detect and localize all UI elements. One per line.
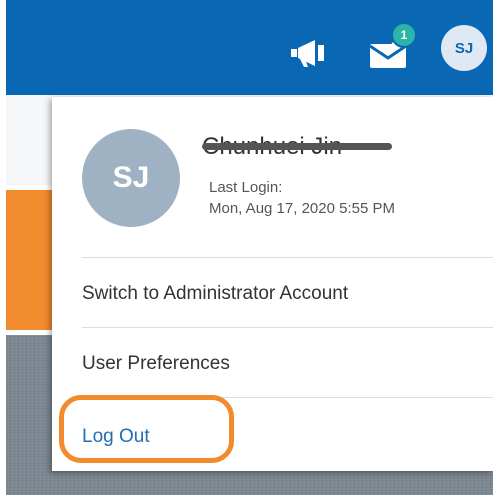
last-login-label: Last Login: [209,179,283,196]
last-login-value: Mon, Aug 17, 2020 5:55 PM [209,200,395,217]
top-header-bar [6,0,493,95]
switch-admin-account-item[interactable]: Switch to Administrator Account [82,283,348,305]
profile-avatar: SJ [82,129,180,227]
megaphone-icon[interactable] [287,37,327,69]
user-avatar-button[interactable]: SJ [441,25,487,71]
menu-divider [82,327,493,328]
redaction-strike [202,143,392,150]
menu-divider [82,257,493,258]
notification-badge: 1 [391,22,417,48]
logout-highlight-annotation [59,395,234,463]
user-preferences-item[interactable]: User Preferences [82,353,230,375]
